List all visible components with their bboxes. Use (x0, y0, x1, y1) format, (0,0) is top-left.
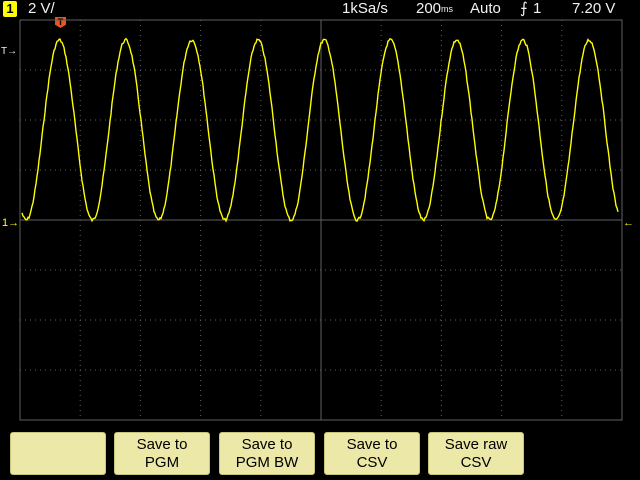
softkey-4-line2: CSV (356, 453, 388, 471)
trigger-slope-icon: ⨍ (520, 0, 528, 17)
channel-ground-marker[interactable]: 1→ (2, 217, 19, 229)
trigger-level: 7.20 V (572, 0, 616, 17)
softkey-3-line1: Save to (241, 435, 293, 453)
softkey-4-line1: Save to (346, 435, 398, 453)
ground-arrow-icon: ← (623, 217, 634, 229)
sample-rate: 1kSa/s (342, 0, 388, 17)
softkey-2-line2: PGM (144, 453, 180, 471)
trigger-level-marker[interactable]: T→ (1, 46, 17, 57)
scope-display: T→ 1→ ← (1, 19, 634, 421)
softkey-bar: Save to PGM Save to PGM BW Save to CSV S… (0, 424, 640, 480)
save-to-csv-button[interactable]: Save to CSV (324, 432, 420, 475)
softkey-5-line2: CSV (460, 453, 492, 471)
softkey-3-line2: PGM BW (235, 453, 299, 471)
softkey-1[interactable] (10, 432, 106, 475)
timebase: 200ms (416, 0, 453, 18)
channel-badge[interactable]: 1 (3, 1, 17, 17)
save-to-pgm-button[interactable]: Save to PGM (114, 432, 210, 475)
save-to-pgm-bw-button[interactable]: Save to PGM BW (219, 432, 315, 475)
channel-1-trace (21, 37, 619, 223)
timebase-value: 200 (416, 0, 442, 17)
trigger-source: 1 (533, 0, 542, 17)
graticule (19, 19, 623, 421)
trigger-mode: Auto (470, 0, 501, 17)
timebase-unit: ms (441, 4, 454, 14)
vertical-scale: 2 V/ (28, 0, 55, 17)
save-raw-csv-button[interactable]: Save raw CSV (428, 432, 524, 475)
status-bar: 1 2 V/ 1kSa/s 200ms Auto ⨍ 1 7.20 V (0, 0, 640, 18)
softkey-2-line1: Save to (136, 435, 188, 453)
softkey-5-line1: Save raw (444, 435, 508, 453)
